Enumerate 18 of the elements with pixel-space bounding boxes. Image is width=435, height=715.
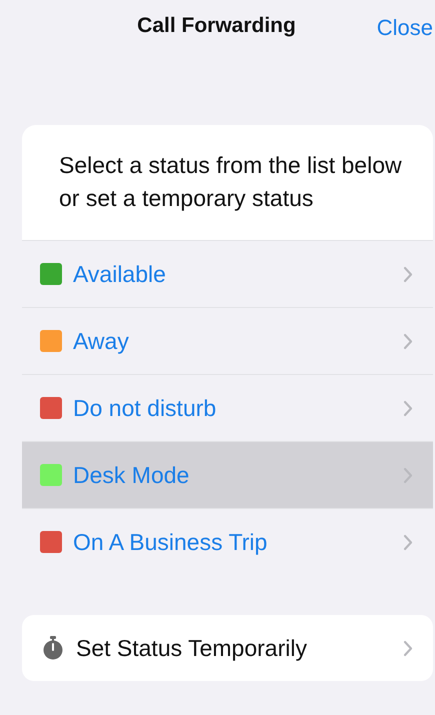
- intro-text: Select a status from the list below or set a temporary status: [58, 151, 403, 213]
- status-label: On A Business Trip: [73, 528, 268, 556]
- status-label: Desk Mode: [73, 462, 190, 488]
- chevron-icon: [403, 534, 413, 550]
- chevron-icon: [403, 466, 413, 484]
- set-status-temporarily-row[interactable]: Set Status Temporarily: [22, 615, 433, 681]
- chevron-icon: [403, 266, 413, 282]
- close-button[interactable]: Close: [376, 15, 433, 41]
- screen-title: Call Forwarding: [137, 14, 296, 38]
- status-label: Away: [73, 328, 130, 354]
- status-label: Available: [73, 260, 167, 288]
- chevron-icon: [403, 332, 413, 350]
- stopwatch-icon: [42, 636, 64, 660]
- set-status-temporarily-label: Set Status Temporarily: [76, 634, 308, 662]
- chevron-icon: [403, 400, 413, 416]
- chevron-icon: [403, 640, 413, 656]
- status-row[interactable]: Desk Mode: [22, 441, 433, 508]
- status-label: Do not disturb: [73, 394, 218, 422]
